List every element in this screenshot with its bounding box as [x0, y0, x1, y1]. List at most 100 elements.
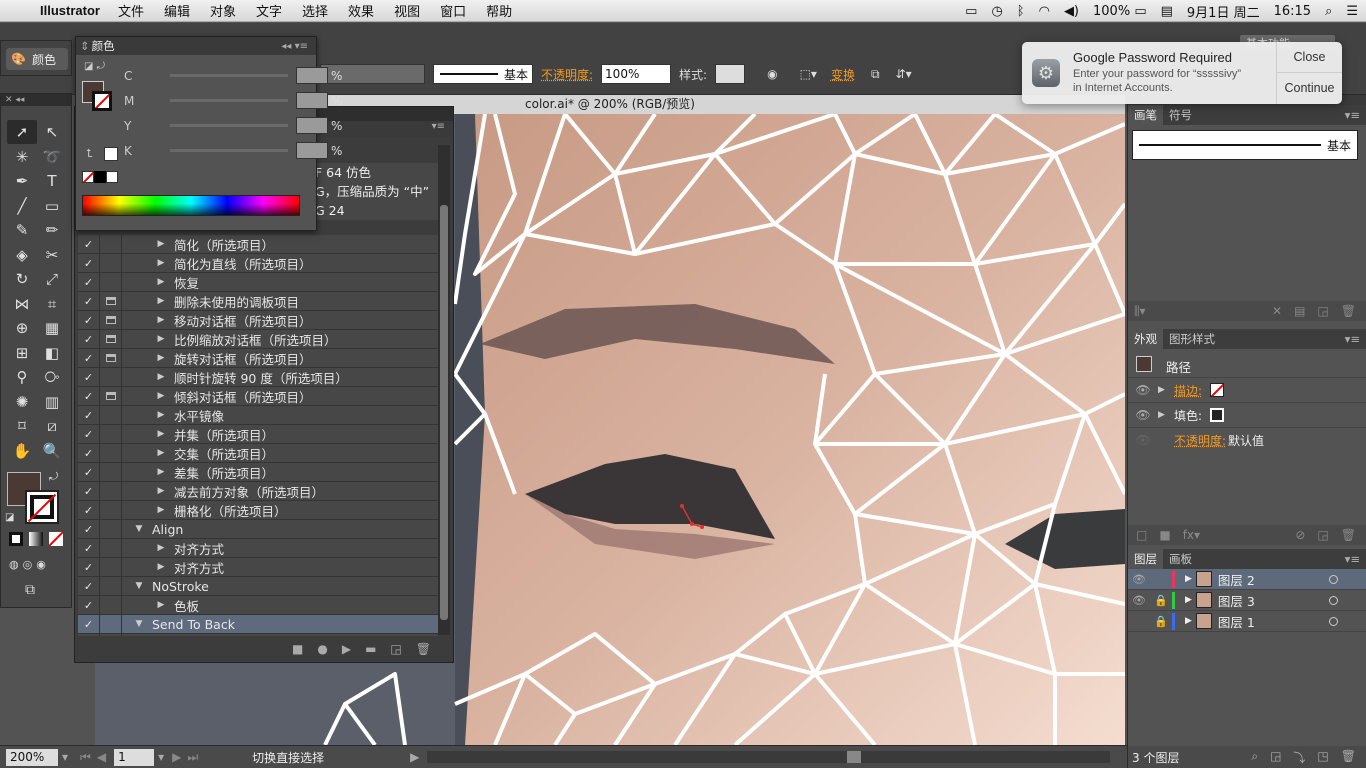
none-mode-icon[interactable]	[49, 532, 63, 546]
new-stroke-icon[interactable]: □	[1136, 528, 1147, 542]
yellow-slider[interactable]: Y %	[124, 117, 342, 134]
toggle-checkmark-icon[interactable]: ✓	[78, 576, 100, 596]
none-swatch[interactable]	[82, 171, 94, 183]
gradient-tool-icon[interactable]: ◧	[37, 341, 67, 365]
action-row[interactable]: ✓ ▶ 简化为直线（所选项目）	[78, 253, 438, 273]
toggle-checkmark-icon[interactable]: ✓	[78, 443, 100, 463]
dialog-toggle[interactable]	[100, 272, 122, 292]
color-mode-icon[interactable]	[9, 532, 23, 546]
brush-basic[interactable]: 基本	[1132, 130, 1358, 160]
menu-file[interactable]: 文件	[118, 1, 144, 20]
rectangle-tool-icon[interactable]: ▭	[37, 194, 67, 218]
layer-row[interactable]: 👁 ▶ 图层 2	[1128, 569, 1366, 590]
expand-triangle-icon[interactable]: ▶	[152, 296, 170, 306]
dialog-toggle[interactable]	[100, 576, 122, 596]
lock-icon[interactable]: 🔒	[1150, 594, 1172, 607]
tools-panel-header[interactable]: ✕ ◂◂	[1, 94, 71, 106]
web-safe-swatch[interactable]	[104, 147, 118, 161]
new-sublayer-icon[interactable]: ⤵	[1293, 749, 1305, 766]
menu-edit[interactable]: 编辑	[164, 1, 190, 20]
dialog-toggle[interactable]	[100, 519, 122, 539]
toggle-checkmark-icon[interactable]: ✓	[78, 500, 100, 520]
black-input[interactable]	[296, 142, 328, 159]
dialog-toggle[interactable]	[100, 386, 122, 406]
action-row[interactable]: ✓ ▶ 比例缩放对话框（所选项目）	[78, 329, 438, 349]
layer-name[interactable]: 图层 3	[1218, 591, 1255, 610]
action-row[interactable]: ✓ ▼ NoStroke	[78, 576, 438, 596]
eye-icon[interactable]: 👁	[1128, 383, 1158, 397]
last-artboard-icon[interactable]: ⏭	[187, 750, 198, 765]
action-row[interactable]: ✓ ▶ 对齐方式	[78, 557, 438, 577]
expand-triangle-icon[interactable]: ▶	[1185, 574, 1192, 584]
clock-time[interactable]: 16:15	[1274, 4, 1311, 19]
action-row[interactable]: ✓ ▶ 倾斜对话框（所选项目）	[78, 386, 438, 406]
perspective-grid-tool-icon[interactable]: ▦	[37, 316, 67, 340]
black-track[interactable]	[170, 149, 288, 152]
expand-triangle-icon[interactable]: ▶	[152, 410, 170, 420]
stroke-swatch[interactable]	[25, 490, 59, 524]
rotate-tool-icon[interactable]: ↻	[7, 267, 37, 291]
new-action-icon[interactable]: ◲	[390, 642, 401, 656]
expand-triangle-icon[interactable]: ▶	[152, 600, 170, 610]
swap-fill-stroke-icon[interactable]: ⤾	[49, 470, 58, 484]
flag-icon[interactable]: ▤	[1161, 4, 1173, 19]
delete-item-icon[interactable]: 🗑	[1341, 528, 1356, 542]
menu-view[interactable]: 视图	[394, 1, 420, 20]
color-panel-button[interactable]: 🎨 颜色	[6, 48, 68, 70]
toggle-checkmark-icon[interactable]: ✓	[78, 538, 100, 558]
dialog-toggle[interactable]	[100, 329, 122, 349]
fx-icon[interactable]: fx▾	[1183, 528, 1200, 542]
notification-center-icon[interactable]: ☰	[1346, 4, 1358, 19]
toggle-checkmark-icon[interactable]: ✓	[78, 348, 100, 368]
opacity-label[interactable]: 不透明度:	[541, 66, 593, 83]
actions-scrollbar[interactable]	[438, 145, 450, 635]
paintbrush-tool-icon[interactable]: ✎	[7, 218, 37, 242]
zoom-tool-icon[interactable]: 🔍	[37, 439, 67, 463]
black-slider[interactable]: K %	[124, 142, 342, 159]
action-row[interactable]: ✓ ▼ Align	[78, 519, 438, 539]
stroke-label[interactable]: 描边:	[1174, 382, 1202, 399]
color-panel-tabbar[interactable]: ⇕ 颜色 ◂◂ ▾≡	[76, 37, 316, 55]
free-transform-tool-icon[interactable]: ⌗	[37, 292, 67, 316]
collapse-triangle-icon[interactable]: ▼	[130, 524, 148, 534]
expand-triangle-icon[interactable]: ▶	[152, 486, 170, 496]
black-swatch[interactable]	[94, 171, 106, 183]
actions-scroll-thumb[interactable]	[440, 205, 448, 620]
toggle-checkmark-icon[interactable]: ✓	[78, 367, 100, 387]
recolor-icon[interactable]: ◉	[767, 67, 777, 81]
menu-effect[interactable]: 效果	[348, 1, 374, 20]
brush-libraries-icon[interactable]: ⫼▾	[1134, 304, 1146, 319]
eyedropper-tool-icon[interactable]: ⚲	[7, 365, 37, 389]
line-tool-icon[interactable]: ╱	[7, 194, 37, 218]
dialog-toggle[interactable]	[100, 348, 122, 368]
action-row[interactable]: ✓ ▶ 简化（所选项目）	[78, 234, 438, 254]
target-circle-icon[interactable]	[1329, 616, 1338, 626]
dialog-toggle[interactable]	[100, 557, 122, 577]
delete-layer-icon[interactable]: 🗑	[1341, 749, 1356, 766]
slice-tool-icon[interactable]: ⧄	[37, 414, 67, 438]
tab-layers[interactable]: 图层	[1128, 549, 1163, 569]
scissors-tool-icon[interactable]: ✂	[37, 243, 67, 267]
action-row[interactable]: ✓ ▶ 色板	[78, 595, 438, 615]
yellow-input[interactable]	[296, 117, 328, 134]
dialog-toggle[interactable]	[100, 614, 122, 634]
toggle-checkmark-icon[interactable]: ✓	[78, 253, 100, 273]
clock-date[interactable]: 9月1日 周二	[1187, 2, 1260, 21]
bluetooth-icon[interactable]: ᛒ	[1017, 4, 1025, 19]
action-row[interactable]: ✓ ▶ 移动对话框（所选项目）	[78, 310, 438, 330]
delete-icon[interactable]: 🗑	[416, 642, 431, 656]
isolate-icon[interactable]: ⧉	[871, 67, 880, 82]
action-row[interactable]: ✓ ▶ 对齐方式	[78, 538, 438, 558]
dialog-toggle[interactable]	[100, 443, 122, 463]
scale-tool-icon[interactable]: ⤢	[37, 267, 67, 291]
toggle-checkmark-icon[interactable]: ✓	[78, 291, 100, 311]
layer-name[interactable]: 图层 1	[1218, 612, 1255, 631]
expand-triangle-icon[interactable]: ▶	[1185, 595, 1192, 605]
dialog-toggle[interactable]	[100, 538, 122, 558]
action-row[interactable]: ✓ ▶ 栅格化（所选项目）	[78, 500, 438, 520]
layer-row[interactable]: 👁 🔒 ▶ 图层 3	[1128, 590, 1366, 611]
close-button[interactable]: Close	[1277, 42, 1342, 73]
magenta-slider[interactable]: M %	[124, 92, 342, 109]
collapse-triangle-icon[interactable]: ▼	[130, 581, 148, 591]
color-panel-menu-icon[interactable]: ◂◂ ▾≡	[281, 41, 308, 52]
